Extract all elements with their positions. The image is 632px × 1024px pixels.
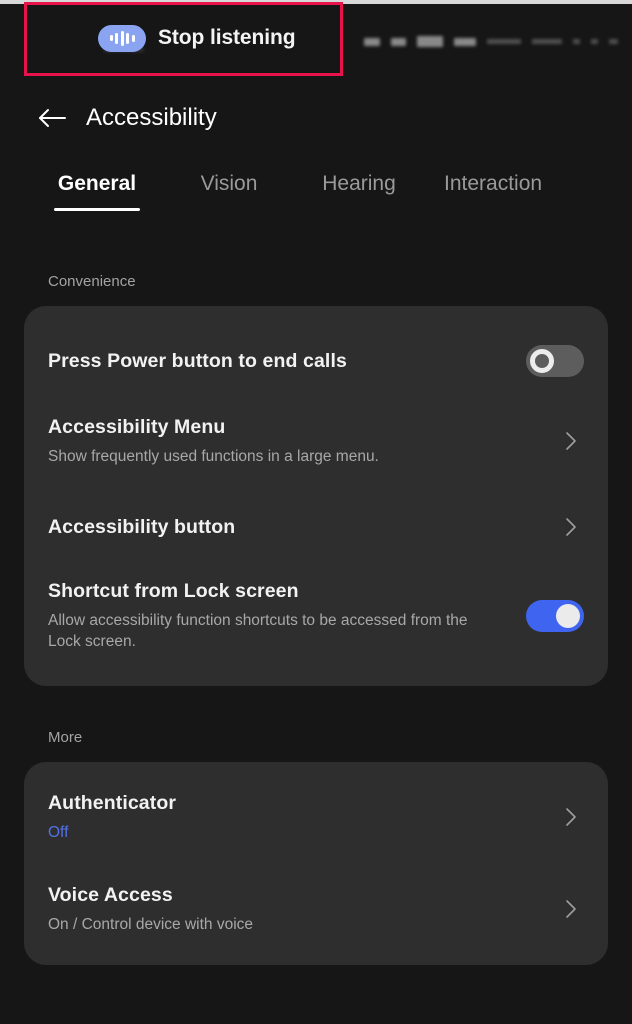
status-glyph (591, 39, 598, 44)
settings-card-more: Authenticator Off Voice Access On / Cont… (24, 762, 608, 965)
tab-interaction[interactable]: Interaction (444, 164, 542, 211)
row-title: Authenticator (48, 791, 177, 814)
setting-row-accessibility-button[interactable]: Accessibility button (24, 502, 608, 552)
tab-general-label: General (57, 172, 137, 195)
toggle-knob (556, 604, 580, 628)
setting-row-accessibility-menu[interactable]: Accessibility Menu Show frequently used … (24, 410, 608, 472)
chevron-right-icon (560, 806, 582, 828)
page-title: Accessibility (86, 104, 217, 131)
tab-vision-label: Vision (200, 172, 258, 195)
row-subtitle: Show frequently used functions in a larg… (48, 447, 379, 465)
tab-interaction-label: Interaction (444, 172, 543, 195)
status-glyph (573, 39, 580, 44)
status-glyph (454, 37, 476, 46)
status-glyph (487, 39, 521, 44)
tab-inactive-indicator (450, 208, 536, 211)
tab-active-indicator (54, 208, 140, 211)
toggle-shortcut-lock-screen[interactable] (526, 600, 584, 632)
back-button[interactable] (24, 92, 80, 144)
toggle-knob (530, 349, 554, 373)
tab-vision[interactable]: Vision (186, 164, 272, 211)
app-header: Accessibility (0, 92, 632, 144)
row-subtitle: On / Control device with voice (48, 915, 254, 933)
setting-row-shortcut-lock-screen[interactable]: Shortcut from Lock screen Allow accessib… (24, 572, 608, 660)
status-glyph (417, 36, 443, 47)
row-text: Accessibility button (24, 516, 608, 539)
tab-general[interactable]: General (54, 164, 140, 211)
chevron-right-icon (560, 898, 582, 920)
row-title: Press Power button to end calls (48, 349, 347, 372)
tab-inactive-indicator (186, 208, 272, 211)
status-bar: Stop listening (0, 0, 632, 78)
stop-listening-button[interactable]: Stop listening (98, 18, 296, 58)
section-header-convenience: Convenience (48, 273, 136, 290)
setting-row-press-power-button[interactable]: Press Power button to end calls (24, 332, 608, 390)
row-text: Accessibility Menu Show frequently used … (24, 416, 608, 467)
row-subtitle: Off (48, 823, 69, 841)
arrow-left-icon (37, 106, 67, 130)
row-text: Voice Access On / Control device with vo… (24, 884, 608, 935)
row-title: Voice Access (48, 883, 173, 906)
chevron-right-icon (560, 430, 582, 452)
row-text: Authenticator Off (24, 792, 608, 843)
toggle-press-power-button[interactable] (526, 345, 584, 377)
tab-bar: General Vision Hearing Interaction (0, 164, 632, 222)
setting-row-authenticator[interactable]: Authenticator Off (24, 786, 608, 848)
section-header-more: More (48, 729, 83, 746)
phone-screen: Stop listening Accessibility General Vis… (0, 0, 632, 1024)
status-indicators (364, 36, 618, 47)
voice-waveform-icon (98, 24, 146, 52)
status-glyph (391, 37, 406, 46)
status-glyph (609, 39, 618, 44)
chevron-right-icon (560, 516, 582, 538)
row-title: Accessibility button (48, 515, 236, 538)
row-title: Accessibility Menu (48, 415, 226, 438)
tab-inactive-indicator (316, 208, 402, 211)
row-subtitle: Allow accessibility function shortcuts t… (48, 612, 468, 650)
row-title: Shortcut from Lock screen (48, 580, 299, 602)
system-edge-sliver (0, 0, 632, 4)
tab-hearing[interactable]: Hearing (316, 164, 402, 211)
tab-hearing-label: Hearing (322, 172, 396, 195)
status-glyph (364, 37, 380, 46)
row-text: Shortcut from Lock screen Allow accessib… (24, 580, 608, 652)
stop-listening-label: Stop listening (158, 26, 296, 49)
setting-row-voice-access[interactable]: Voice Access On / Control device with vo… (24, 878, 608, 940)
status-glyph (532, 39, 562, 44)
settings-card-convenience: Press Power button to end calls Accessib… (24, 306, 608, 686)
row-text: Press Power button to end calls (24, 350, 608, 373)
